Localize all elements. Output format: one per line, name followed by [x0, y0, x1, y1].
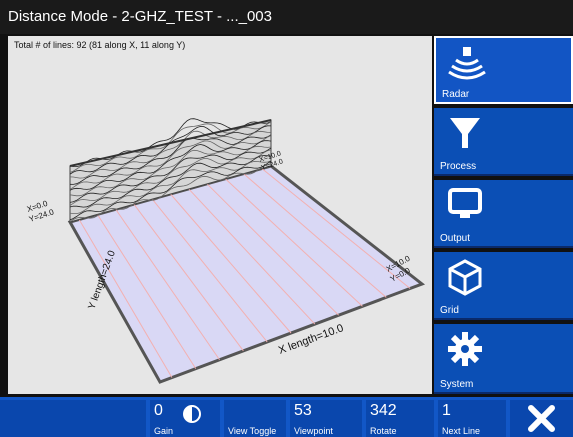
sidebar: Radar Process Output Grid System [434, 36, 573, 394]
grid-3d-viewport[interactable]: Total # of lines: 92 (81 along X, 11 alo… [8, 36, 432, 394]
viewpoint-value: 53 [294, 402, 312, 419]
contrast-icon [183, 405, 201, 423]
sidebar-item-radar[interactable]: Radar [434, 36, 573, 104]
gain-caption: Gain [154, 426, 174, 436]
sidebar-item-system[interactable]: System [434, 324, 573, 394]
rotate-button[interactable]: 342 Rotate [366, 400, 434, 437]
close-button[interactable] [510, 400, 573, 437]
viewpoint-button[interactable]: 53 Viewpoint [290, 400, 362, 437]
window-title: Distance Mode - 2-GHZ_TEST - ..._003 [0, 0, 573, 34]
view-toggle-caption: View Toggle [228, 426, 277, 436]
gain-button[interactable]: 0 Gain [150, 400, 220, 437]
sidebar-item-label: Output [440, 233, 471, 244]
sidebar-item-label: System [440, 379, 474, 390]
sidebar-item-process[interactable]: Process [434, 108, 573, 176]
viewpoint-caption: Viewpoint [294, 426, 333, 436]
gear-icon [448, 332, 482, 366]
sidebar-item-label: Grid [440, 305, 459, 316]
sidebar-item-label: Radar [442, 89, 470, 100]
toolbar-blank-button[interactable] [0, 400, 146, 437]
cube-icon [448, 259, 482, 296]
bottom-toolbar: 0 Gain View Toggle 53 Viewpoint 342 Rota… [0, 397, 573, 437]
rotate-caption: Rotate [370, 426, 397, 436]
sidebar-item-output[interactable]: Output [434, 180, 573, 248]
view-toggle-button[interactable]: View Toggle [224, 400, 286, 437]
sidebar-item-grid[interactable]: Grid [434, 252, 573, 320]
rotate-value: 342 [370, 402, 397, 419]
monitor-icon [448, 188, 482, 218]
gain-value: 0 [154, 402, 163, 419]
radar-icon [448, 47, 486, 80]
next-line-caption: Next Line [442, 426, 481, 436]
close-icon [528, 405, 555, 432]
next-line-value: 1 [442, 402, 451, 419]
sidebar-item-label: Process [440, 161, 477, 172]
next-line-button[interactable]: 1 Next Line [438, 400, 506, 437]
grid-3d-scene[interactable]: X=0.0 Y=24.0 X=10.0 Y=24.0 X=10.0 Y=0.0 … [8, 36, 432, 394]
funnel-icon [450, 118, 480, 148]
